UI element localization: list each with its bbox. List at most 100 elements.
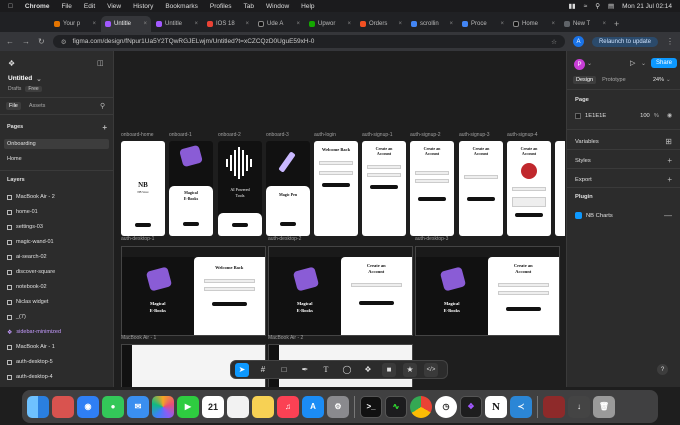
rectangle-tool-icon[interactable]: □ bbox=[277, 363, 291, 377]
frame-label[interactable]: onboard-2 bbox=[218, 132, 241, 138]
menu-history[interactable]: History bbox=[133, 3, 153, 10]
frame-label[interactable]: onboard-3 bbox=[266, 132, 289, 138]
close-tab-icon[interactable]: × bbox=[551, 21, 555, 27]
close-tab-icon[interactable]: × bbox=[347, 21, 351, 27]
page-opacity-value[interactable]: 100 bbox=[640, 113, 650, 119]
add-export-icon[interactable]: + bbox=[667, 175, 672, 184]
frame-label[interactable]: MacBook Air - 2 bbox=[268, 335, 303, 341]
close-tab-icon[interactable]: × bbox=[143, 21, 147, 27]
mail-icon[interactable]: ✉ bbox=[127, 395, 149, 418]
wifi-icon[interactable]: ≈ bbox=[584, 3, 588, 10]
terminal-icon[interactable]: >_ bbox=[360, 395, 382, 418]
close-tab-icon[interactable]: × bbox=[92, 21, 96, 27]
figma-logo-icon[interactable]: ❖ bbox=[8, 59, 15, 68]
browser-tab[interactable]: Orders × bbox=[356, 16, 406, 32]
panel-toggle-icon[interactable]: ◫ bbox=[97, 59, 104, 67]
plugin-item[interactable]: NB Charts — bbox=[575, 211, 672, 220]
page-item-onboarding[interactable]: Onboarding bbox=[4, 139, 109, 149]
layer-item[interactable]: _(7) bbox=[7, 312, 107, 322]
frame-onboard-3[interactable]: Magic Pen bbox=[266, 141, 310, 236]
frame-partial[interactable] bbox=[555, 141, 565, 236]
chevron-down-icon[interactable]: ⌄ bbox=[587, 60, 592, 67]
clock-icon[interactable]: ◷ bbox=[435, 395, 457, 418]
control-center-icon[interactable]: ▤ bbox=[608, 2, 614, 10]
variables-section[interactable]: Variables ⊞ bbox=[575, 137, 672, 146]
menu-bookmarks[interactable]: Bookmarks bbox=[165, 3, 198, 10]
layer-item-component[interactable]: ❖ sidebar-minimized bbox=[7, 327, 107, 337]
reload-icon[interactable]: ↻ bbox=[38, 37, 45, 46]
variables-settings-icon[interactable]: ⊞ bbox=[665, 137, 672, 146]
frame-auth-signup-4[interactable]: Create an Account bbox=[507, 141, 551, 236]
menu-help[interactable]: Help bbox=[301, 3, 314, 10]
vscode-icon[interactable]: ≺ bbox=[510, 395, 532, 418]
frame-onboard-home[interactable]: NB NB Store bbox=[121, 141, 165, 236]
close-tab-icon[interactable]: × bbox=[602, 21, 606, 27]
layer-item[interactable]: MacBook Air - 1 bbox=[7, 342, 107, 352]
forward-icon[interactable]: → bbox=[22, 37, 30, 46]
frame-label[interactable]: auth-signup-3 bbox=[459, 132, 490, 138]
browser-tab[interactable]: Home × bbox=[509, 16, 559, 32]
battery-icon[interactable]: ▮▮ bbox=[568, 2, 575, 10]
music-icon[interactable]: ♫ bbox=[277, 395, 299, 418]
layer-item[interactable]: auth-desktop-4 bbox=[7, 372, 107, 382]
text-tool-icon[interactable]: T bbox=[319, 363, 333, 377]
present-chevron-icon[interactable]: ⌄ bbox=[641, 60, 646, 67]
frame-onboard-2[interactable]: AI Powered Tools bbox=[218, 141, 262, 236]
layer-item[interactable]: home-01 bbox=[7, 207, 107, 217]
tab-prototype[interactable]: Prototype bbox=[602, 76, 626, 84]
layer-item[interactable]: ai-search-02 bbox=[7, 252, 107, 262]
components-tool-icon[interactable]: ❖ bbox=[361, 363, 375, 377]
layer-item[interactable]: Niclas widget bbox=[7, 297, 107, 307]
menu-window[interactable]: Window bbox=[266, 3, 289, 10]
file-title[interactable]: Untitled ⌄ bbox=[8, 75, 42, 83]
menubar-datetime[interactable]: Mon 21 Jul 02:14 bbox=[622, 3, 672, 10]
figma-icon[interactable]: ❖ bbox=[460, 395, 482, 418]
more-menu-icon[interactable]: ⋮ bbox=[666, 37, 674, 46]
frame-label[interactable]: auth-signup-1 bbox=[362, 132, 393, 138]
share-button[interactable]: Share bbox=[651, 58, 678, 68]
layer-item[interactable]: notebook-02 bbox=[7, 282, 107, 292]
browser-tab[interactable]: New T × bbox=[560, 16, 610, 32]
frame-auth-desktop-3[interactable]: Magical E-Books Create an Account bbox=[415, 246, 560, 336]
browser-tab[interactable]: Proce × bbox=[458, 16, 508, 32]
add-page-icon[interactable]: + bbox=[102, 123, 107, 132]
browser-tab[interactable]: Your p × bbox=[50, 16, 100, 32]
calendar-icon[interactable]: 21 bbox=[202, 395, 224, 418]
browser-tab[interactable]: IOS 18 × bbox=[203, 16, 253, 32]
site-info-icon[interactable]: ⚙ bbox=[61, 38, 67, 46]
remove-plugin-icon[interactable]: — bbox=[664, 211, 672, 220]
url-field[interactable]: ⚙ figma.com/design/fNpur1Ua5Y2TQwRGJELwj… bbox=[52, 35, 565, 48]
move-tool-icon[interactable]: ➤ bbox=[235, 362, 249, 377]
frame-label[interactable]: auth-desktop-1 bbox=[121, 236, 154, 242]
close-tab-icon[interactable]: × bbox=[398, 21, 402, 27]
browser-tab-active[interactable]: Untitle × bbox=[101, 16, 151, 32]
user-avatar[interactable]: P bbox=[574, 59, 585, 70]
menubar-app-name[interactable]: Chrome bbox=[25, 3, 50, 10]
design-canvas[interactable]: onboard-home onboard-1 onboard-2 onboard… bbox=[115, 51, 565, 387]
layer-item[interactable]: auth-desktop-5 bbox=[7, 357, 107, 367]
preview-thumbnail-icon[interactable] bbox=[543, 395, 565, 418]
frame-auth-login[interactable]: Welcome Back bbox=[314, 141, 358, 236]
frame-label[interactable]: MacBook Air - 1 bbox=[121, 335, 156, 341]
page-color-value[interactable]: 1E1E1E bbox=[585, 113, 606, 119]
browser-tab[interactable]: Ude A × bbox=[254, 16, 304, 32]
browser-tab[interactable]: Untitle × bbox=[152, 16, 202, 32]
photos-icon[interactable] bbox=[152, 395, 174, 418]
back-icon[interactable]: ← bbox=[6, 37, 14, 46]
zoom-control[interactable]: 24% ⌄ bbox=[653, 77, 671, 83]
bookmark-star-icon[interactable]: ☆ bbox=[551, 38, 557, 46]
menu-edit[interactable]: Edit bbox=[84, 3, 95, 10]
menu-profiles[interactable]: Profiles bbox=[210, 3, 232, 10]
present-play-icon[interactable]: ▷ bbox=[630, 59, 635, 67]
frame-tool-icon[interactable]: # bbox=[256, 363, 270, 377]
close-tab-icon[interactable]: × bbox=[296, 21, 300, 27]
tab-file[interactable]: File bbox=[6, 102, 21, 110]
activity-monitor-icon[interactable]: ∿ bbox=[385, 395, 407, 418]
styles-section[interactable]: Styles + bbox=[575, 156, 672, 165]
close-tab-icon[interactable]: × bbox=[500, 21, 504, 27]
tab-assets[interactable]: Assets bbox=[29, 102, 46, 110]
layer-item[interactable]: discover-square bbox=[7, 267, 107, 277]
chrome-icon[interactable] bbox=[410, 395, 432, 418]
reminders-icon[interactable] bbox=[227, 395, 249, 418]
new-tab-icon[interactable]: + bbox=[614, 19, 619, 29]
